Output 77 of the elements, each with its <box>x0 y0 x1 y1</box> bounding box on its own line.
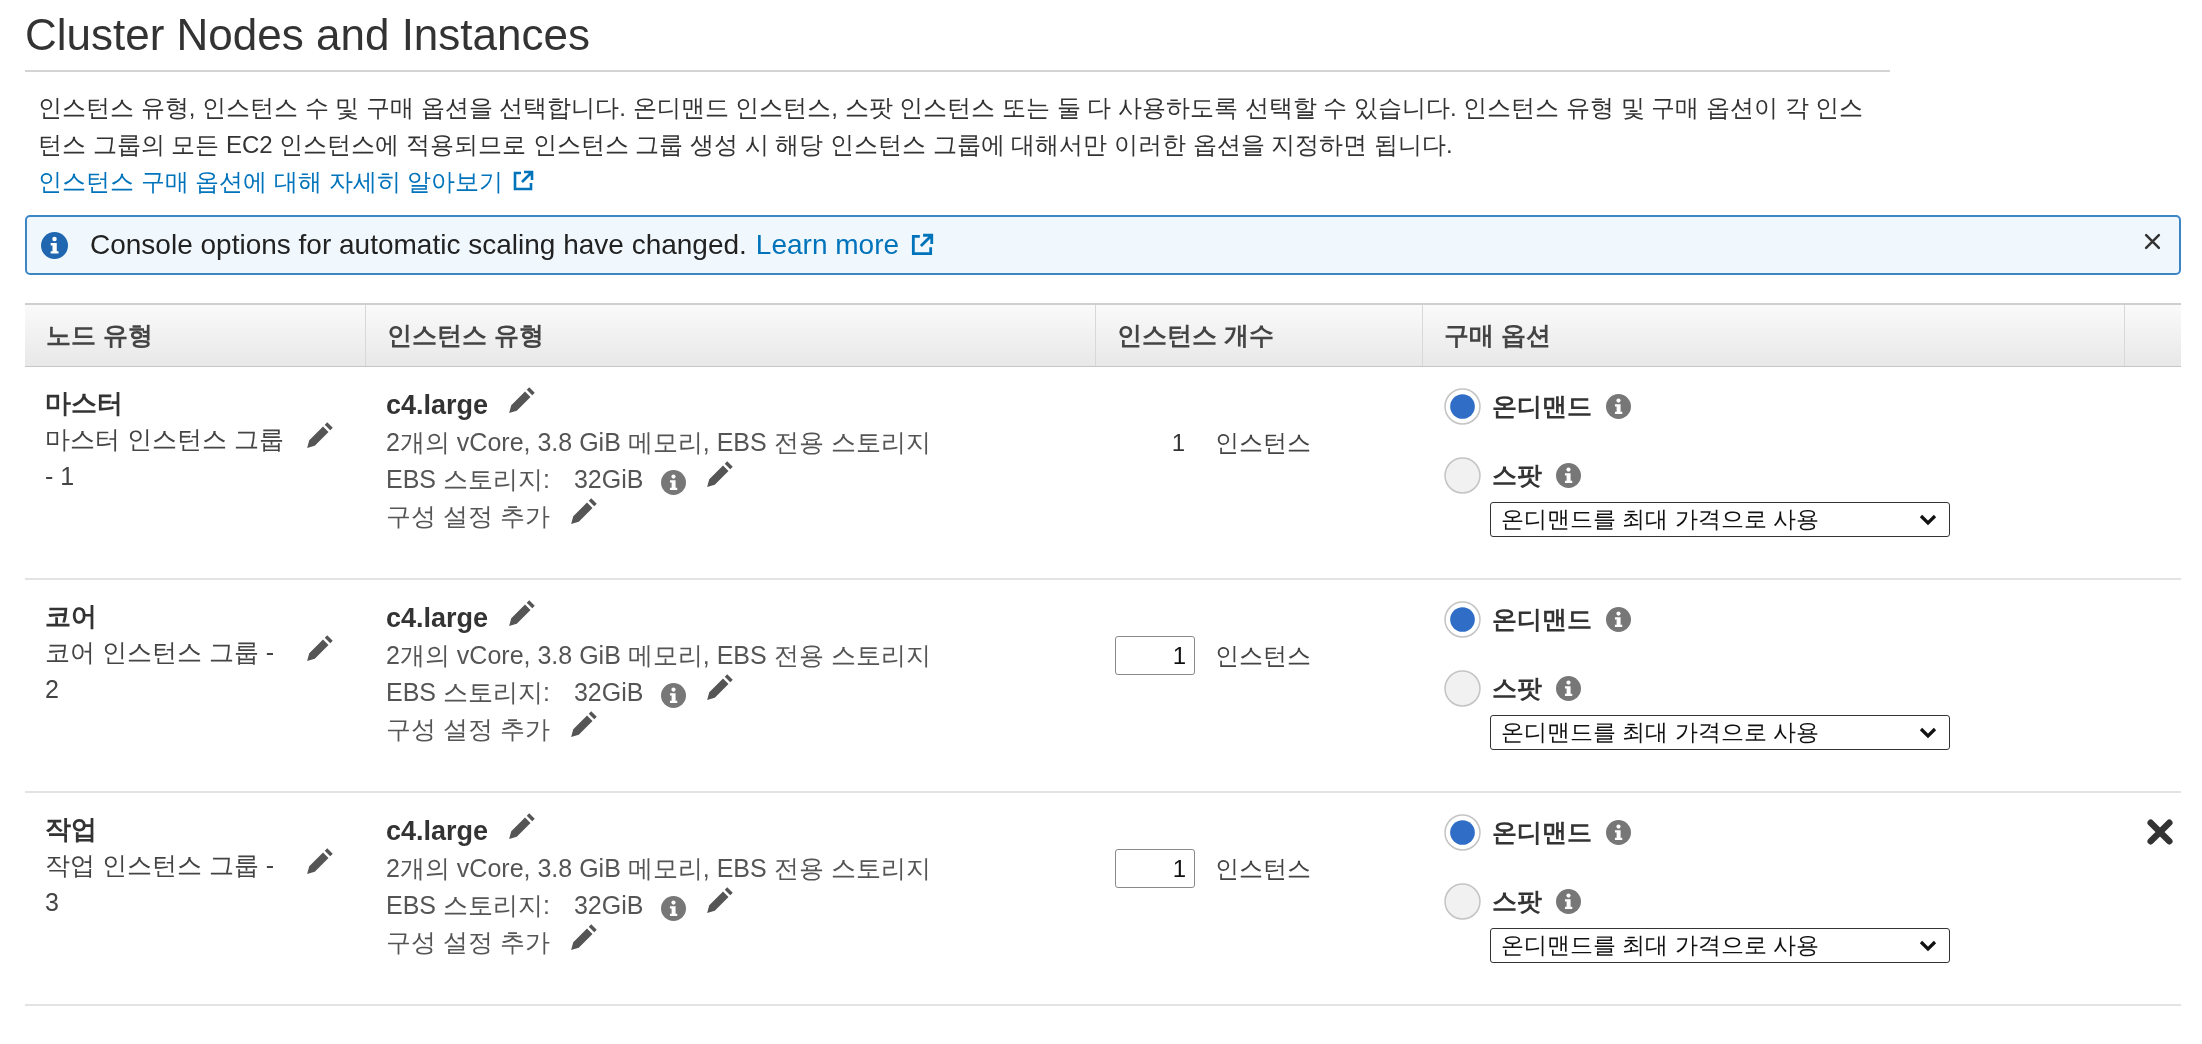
instance-group-name: 작업 인스턴스 그룹 - 3 <box>45 850 276 918</box>
count-unit: 인스턴스 <box>1215 854 1311 884</box>
pencil-icon[interactable] <box>506 811 537 842</box>
external-link-icon[interactable] <box>909 232 936 258</box>
instance-group-name: 마스터 인스턴스 그룹 - 1 <box>45 424 285 492</box>
radio-button[interactable] <box>1444 670 1481 707</box>
instance-group-name: 코어 인스턴스 그룹 - 2 <box>45 637 276 705</box>
config-label: 구성 설정 추가 <box>386 501 550 532</box>
radio-button[interactable] <box>1444 601 1481 638</box>
radio-label: 온디맨드 <box>1492 604 1592 635</box>
learn-more-link[interactable]: Learn more <box>755 229 900 261</box>
instance-specs: 2개의 vCore, 3.8 GiB 메모리, EBS 전용 스토리지 <box>386 640 932 671</box>
storage-label: EBS 스토리지: <box>386 890 550 921</box>
chevron-down-icon <box>1919 726 1937 739</box>
count-unit: 인스턴스 <box>1215 428 1311 458</box>
radio-label: 온디맨드 <box>1492 817 1592 848</box>
pencil-icon[interactable] <box>506 385 537 416</box>
radio-button[interactable] <box>1444 457 1481 494</box>
node-type-label: 마스터 <box>45 387 124 420</box>
info-icon[interactable] <box>661 470 687 495</box>
storage-value: 32GiB <box>573 677 644 708</box>
info-icon[interactable] <box>1556 889 1581 914</box>
instance-count: 1 <box>1170 428 1186 458</box>
pencil-icon[interactable] <box>304 634 334 664</box>
radio-label: 스팟 <box>1492 460 1542 491</box>
info-icon[interactable] <box>1606 607 1631 632</box>
info-icon <box>41 231 68 259</box>
info-icon[interactable] <box>1556 463 1581 488</box>
instance-specs: 2개의 vCore, 3.8 GiB 메모리, EBS 전용 스토리지 <box>386 427 932 458</box>
external-link-icon[interactable] <box>511 169 536 193</box>
section-title: Cluster Nodes and Instances <box>25 10 590 60</box>
storage-value: 32GiB <box>573 464 644 495</box>
column-header: 인스턴스 개수 <box>1095 305 1422 366</box>
cross-icon[interactable] <box>2146 818 2174 846</box>
radio-button[interactable] <box>1444 883 1481 920</box>
info-icon[interactable] <box>1606 394 1631 419</box>
pencil-icon[interactable] <box>304 421 334 451</box>
chevron-down-icon <box>1919 939 1937 952</box>
radio-button[interactable] <box>1444 814 1481 851</box>
column-header: 노드 유형 <box>45 320 154 351</box>
node-type-label: 코어 <box>45 600 98 633</box>
instance-count-field[interactable]: 1 <box>1115 849 1195 888</box>
pencil-icon[interactable] <box>704 459 735 490</box>
storage-label: EBS 스토리지: <box>386 464 550 495</box>
column-header: 구매 옵션 <box>1422 305 2124 366</box>
storage-value: 32GiB <box>573 890 644 921</box>
column-header: 인스턴스 유형 <box>365 305 1095 366</box>
alert-message: Console options for automatic scaling have changed. <box>90 229 747 261</box>
chevron-down-icon <box>1919 513 1937 526</box>
config-label: 구성 설정 추가 <box>386 714 550 745</box>
pencil-icon[interactable] <box>704 672 735 703</box>
radio-label: 온디맨드 <box>1492 391 1592 422</box>
pencil-icon[interactable] <box>506 598 537 629</box>
node-type-label: 작업 <box>45 813 98 846</box>
pencil-icon[interactable] <box>704 885 735 916</box>
info-icon[interactable] <box>1606 820 1631 845</box>
radio-label: 스팟 <box>1492 673 1542 704</box>
info-icon[interactable] <box>1556 676 1581 701</box>
instance-type: c4.large <box>386 815 489 848</box>
config-label: 구성 설정 추가 <box>386 927 550 958</box>
instance-type: c4.large <box>386 389 489 422</box>
pencil-icon[interactable] <box>304 847 334 877</box>
max-price-dropdown[interactable]: 온디맨드를 최대 가격으로 사용 <box>1490 502 1950 537</box>
count-unit: 인스턴스 <box>1215 641 1311 671</box>
storage-label: EBS 스토리지: <box>386 677 550 708</box>
info-icon[interactable] <box>661 683 687 708</box>
instance-specs: 2개의 vCore, 3.8 GiB 메모리, EBS 전용 스토리지 <box>386 853 932 884</box>
max-price-dropdown[interactable]: 온디맨드를 최대 가격으로 사용 <box>1490 715 1950 750</box>
info-icon[interactable] <box>661 896 687 921</box>
close-icon[interactable] <box>2144 232 2161 250</box>
instance-count-field[interactable]: 1 <box>1115 636 1195 675</box>
radio-label: 스팟 <box>1492 886 1542 917</box>
instance-type: c4.large <box>386 602 489 635</box>
purchase-options-link[interactable]: 인스턴스 구매 옵션에 대해 자세히 알아보기 <box>38 168 504 195</box>
max-price-dropdown[interactable]: 온디맨드를 최대 가격으로 사용 <box>1490 928 1950 963</box>
description-text: 인스턴스 유형, 인스턴스 수 및 구매 옵션을 선택합니다. 온디맨드 인스턴스, 스팟 인스턴스 또는 둘 다 사용하도록 선택할 수 있습니다. 인스턴스 유형 및 구매 옵션이 각 인스턴스 그룹의 모든 EC2 인스턴스에 적용되므로 인스턴스 그룹 생성 시 해당 인스턴스 그룹에 대해서만 이러한 옵션을 지정하면 됩니다. 인스턴스 구매 옵션에 대해 자세히 알아보기 <box>38 93 1865 197</box>
radio-button[interactable] <box>1444 388 1481 425</box>
